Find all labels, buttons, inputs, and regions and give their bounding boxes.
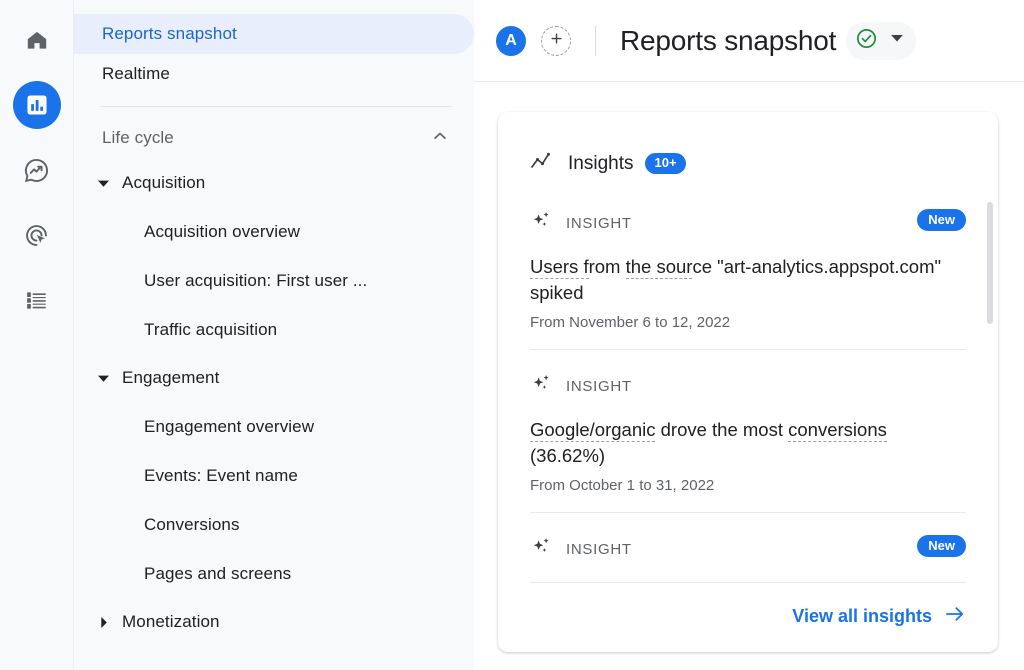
insights-card: Insights 10+ INSIGHT New Users from the … — [498, 112, 998, 652]
insight-header: INSIGHT — [530, 372, 966, 401]
insight-text: rom — [588, 256, 626, 277]
page-title: Reports snapshot — [620, 24, 837, 56]
rail-item-reports[interactable] — [12, 81, 61, 129]
sidebar-nav: Reports snapshot Realtime Life cycle Acq… — [74, 0, 474, 670]
rail-item-home[interactable] — [13, 16, 61, 64]
chevron-down-icon[interactable] — [890, 31, 904, 50]
add-comparison-button[interactable] — [541, 25, 571, 56]
view-all-insights-link[interactable]: View all insights — [792, 605, 966, 628]
insight-row[interactable]: INSIGHT Google/organic drove the most co… — [530, 350, 966, 514]
insight-date-range: From November 6 to 12, 2022 — [530, 314, 731, 332]
insight-new-badge: New — [917, 535, 966, 557]
sidebar-item-label: Realtime — [102, 64, 170, 83]
sidebar-section-label: Life cycle — [102, 128, 174, 147]
sidebar-section-life-cycle[interactable]: Life cycle — [74, 117, 474, 159]
sidebar-item-events-event-name[interactable]: Events: Event name — [74, 451, 474, 500]
insights-card-header: Insights 10+ — [530, 112, 966, 187]
insight-term-hint[interactable]: conversions — [788, 419, 887, 443]
advertising-target-icon — [23, 222, 50, 249]
sidebar-item-label: Engagement overview — [144, 416, 315, 436]
sidebar-item-label: Events: Event name — [144, 465, 298, 485]
chevron-up-icon — [430, 126, 450, 151]
icon-rail — [0, 0, 74, 670]
view-all-insights-label: View all insights — [792, 606, 932, 626]
insight-term-hint[interactable]: Users f — [530, 256, 589, 279]
sidebar-divider — [100, 106, 452, 107]
content-area: Insights 10+ INSIGHT New Users from the … — [474, 82, 1024, 670]
insight-header: INSIGHT — [530, 535, 966, 564]
insights-scrollbar-thumb[interactable] — [987, 202, 993, 324]
insight-row[interactable]: INSIGHT New Users from the source "art-a… — [530, 187, 966, 351]
sidebar-item-engagement-overview[interactable]: Engagement overview — [74, 402, 474, 451]
insight-label: INSIGHT — [566, 541, 632, 559]
rail-item-advertising[interactable] — [13, 211, 61, 259]
rail-item-library[interactable] — [13, 276, 61, 324]
insights-trend-icon — [530, 150, 556, 177]
sparkle-icon — [530, 372, 554, 401]
sidebar-item-realtime[interactable]: Realtime — [74, 54, 474, 94]
main-pane: A Reports snapshot Insights 10+ INSIGHT … — [474, 0, 1024, 670]
triangle-right-icon — [92, 616, 114, 628]
insight-date-range: From October 1 to 31, 2022 — [530, 477, 715, 495]
insights-count-badge: 10+ — [645, 153, 686, 174]
insight-text: (36.62%) — [530, 444, 606, 466]
list-icon — [24, 288, 49, 313]
explore-trend-icon — [23, 157, 50, 184]
sidebar-item-acquisition-overview[interactable]: Acquisition overview — [74, 207, 474, 256]
insight-label: INSIGHT — [566, 378, 632, 396]
avatar-letter: A — [505, 31, 517, 49]
sidebar-item-label: User acquisition: First user ... — [144, 270, 368, 290]
sidebar-item-user-acquisition[interactable]: User acquisition: First user ... — [74, 256, 474, 305]
sidebar-item-reports-snapshot[interactable]: Reports snapshot — [74, 14, 474, 54]
insight-header: INSIGHT — [530, 209, 966, 238]
toolbar-divider — [595, 25, 596, 56]
check-circle-icon — [855, 27, 878, 55]
sidebar-item-conversions[interactable]: Conversions — [74, 500, 474, 549]
status-badge[interactable] — [846, 21, 917, 60]
sidebar-item-label: Conversions — [144, 514, 240, 534]
home-icon — [24, 27, 50, 53]
arrow-right-icon — [944, 605, 966, 628]
sidebar-item-label: Pages and screens — [144, 563, 292, 583]
sidebar-group-engagement[interactable]: Engagement — [74, 354, 474, 402]
sidebar-item-traffic-acquisition[interactable]: Traffic acquisition — [74, 305, 474, 354]
sidebar-item-label: Traffic acquisition — [144, 319, 278, 339]
reports-bar-chart-icon — [24, 92, 50, 118]
triangle-down-icon — [92, 178, 114, 189]
insight-title: Google/organic drove the most conversion… — [530, 417, 966, 468]
insight-text: drove the most — [655, 419, 789, 441]
sidebar-group-label: Monetization — [122, 612, 220, 631]
sidebar-group-label: Acquisition — [122, 173, 206, 192]
plus-icon — [549, 31, 564, 51]
sparkle-icon — [530, 535, 554, 564]
triangle-down-icon — [92, 373, 114, 384]
analytics-app-window: Reports snapshot Realtime Life cycle Acq… — [0, 0, 1024, 670]
sidebar-group-monetization[interactable]: Monetization — [74, 598, 474, 646]
insight-term-hint[interactable]: the sour — [625, 256, 693, 279]
insight-title: Users from the source "art-analytics.app… — [530, 254, 966, 305]
insight-term-hint[interactable]: Google/organic — [530, 419, 656, 443]
rail-item-explore[interactable] — [13, 146, 61, 194]
sidebar-group-label: Engagement — [122, 368, 220, 387]
sidebar-item-pages-and-screens[interactable]: Pages and screens — [74, 549, 474, 598]
sparkle-icon — [530, 209, 554, 238]
insight-label: INSIGHT — [566, 215, 632, 232]
top-bar: A Reports snapshot — [474, 0, 1024, 82]
insight-new-badge: New — [917, 209, 966, 231]
avatar[interactable]: A — [496, 25, 526, 56]
sidebar-item-label: Reports snapshot — [102, 24, 237, 43]
sidebar-item-label: Acquisition overview — [144, 221, 301, 241]
insights-title: Insights — [568, 152, 634, 174]
insight-row[interactable]: INSIGHT New — [530, 513, 966, 584]
sidebar-group-acquisition[interactable]: Acquisition — [74, 159, 474, 207]
